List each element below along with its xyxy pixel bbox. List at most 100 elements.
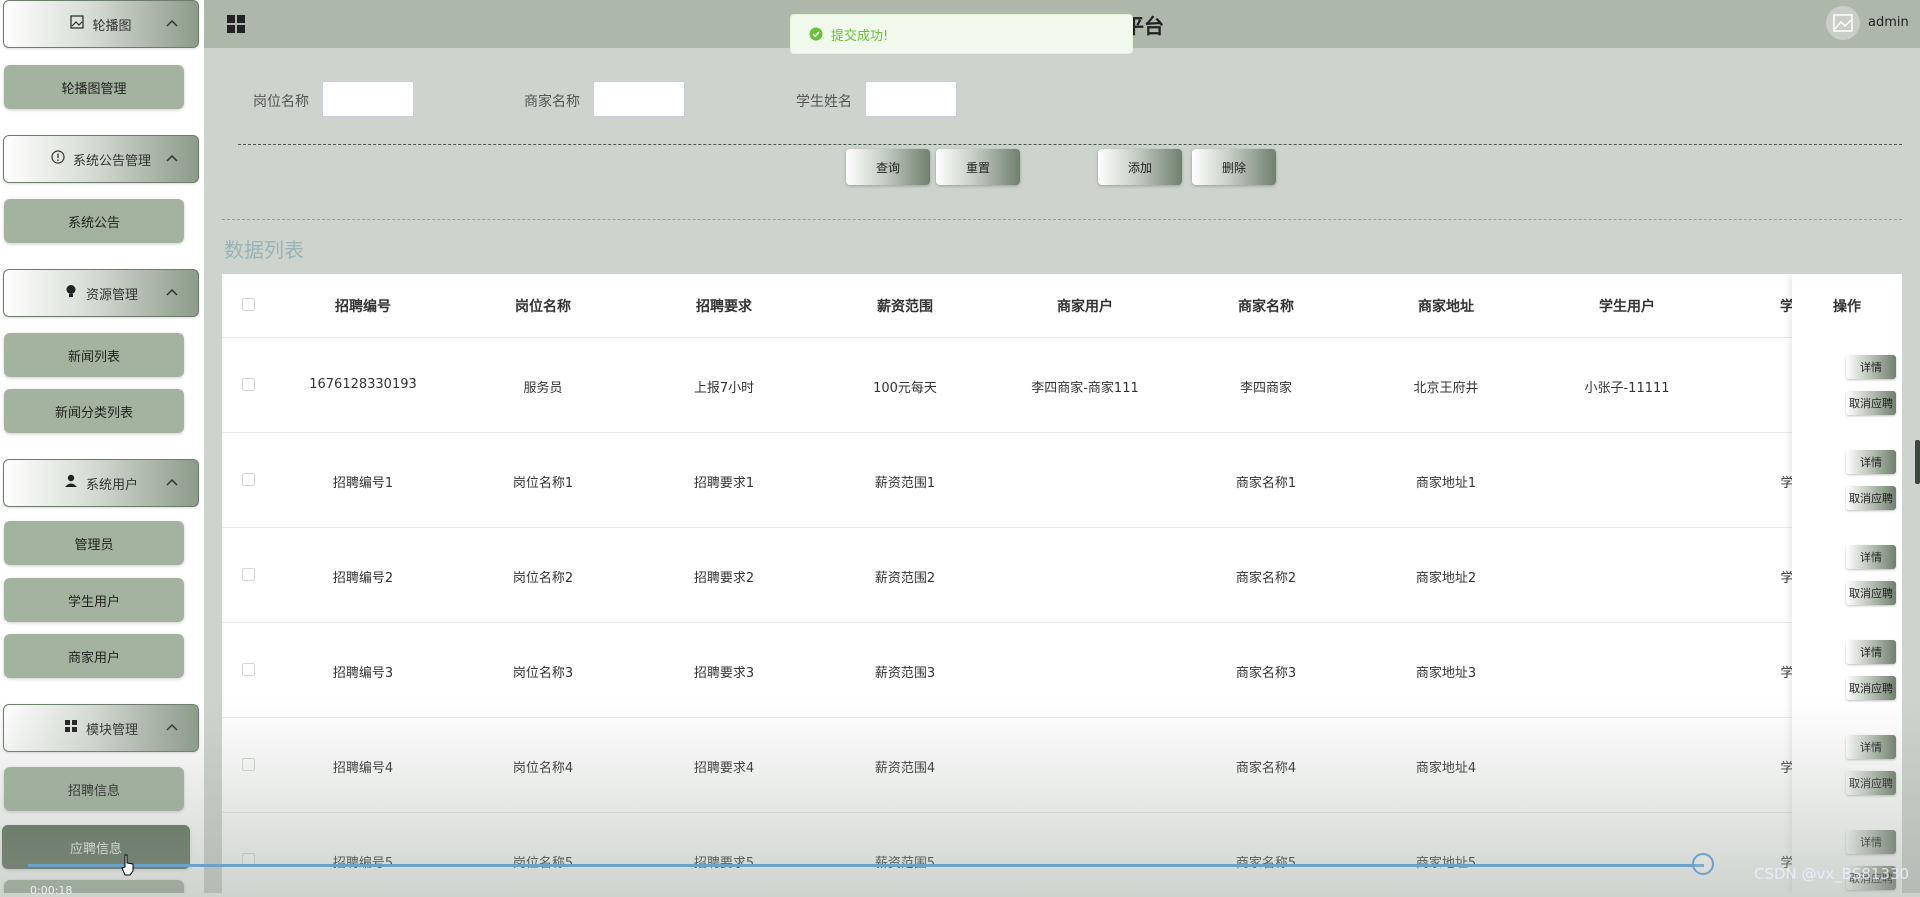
menu-item-news-category[interactable]: 新闻分类列表 <box>4 389 184 433</box>
column-header: 学生用户 <box>1599 299 1655 315</box>
scrollbar[interactable] <box>1915 440 1920 484</box>
sidebar: 轮播图 轮播图管理 系统公告管理 系统公告 资源管理 新闻列表 新闻分类列表 系… <box>0 0 204 893</box>
menu-item-admin[interactable]: 管理员 <box>4 521 184 565</box>
avatar[interactable] <box>1826 6 1860 40</box>
detail-button[interactable]: 详情 <box>1846 640 1896 664</box>
query-button[interactable]: 查询 <box>846 149 930 185</box>
table-row: 招聘编号5岗位名称5招聘要求5薪资范围5商家名称5商家地址5学 <box>222 812 1902 893</box>
reset-button[interactable]: 重置 <box>936 149 1020 185</box>
video-progress-bar[interactable] <box>28 864 1704 867</box>
divider <box>222 219 1902 220</box>
column-header: 招聘要求 <box>696 299 752 315</box>
column-header: 操作 <box>1833 299 1861 315</box>
menu-group-label: 轮播图 <box>92 18 132 34</box>
detail-button[interactable]: 详情 <box>1846 830 1896 854</box>
table-cell: 商家地址1 <box>1415 476 1477 491</box>
info-circle-icon <box>51 150 65 168</box>
cancel-application-button[interactable]: 取消应聘 <box>1846 486 1896 510</box>
chevron-up-icon <box>166 19 178 27</box>
cancel-application-button[interactable]: 取消应聘 <box>1846 676 1896 700</box>
table-cell: 李四商家-商家111 <box>1031 381 1139 396</box>
field-label-student: 学生姓名 <box>796 94 852 110</box>
menu-item-application-info[interactable]: 应聘信息 <box>2 825 190 869</box>
table-cell: 商家名称2 <box>1235 571 1297 586</box>
table-cell: 商家名称1 <box>1235 476 1297 491</box>
menu-item-news-list[interactable]: 新闻列表 <box>4 333 184 377</box>
menu-group-label: 系统用户 <box>85 477 138 493</box>
table-cell: 商家地址3 <box>1415 666 1477 681</box>
table-cell: 1676128330193 <box>309 377 417 392</box>
menu-item-carousel-manage[interactable]: 轮播图管理 <box>4 65 184 109</box>
table-cell: 薪资范围2 <box>874 571 936 586</box>
menu-group-users[interactable]: 系统用户 <box>3 459 199 507</box>
table-cell: 北京王府井 <box>1413 381 1479 396</box>
table-cell: 岗位名称3 <box>512 666 574 681</box>
add-button[interactable]: 添加 <box>1098 149 1182 185</box>
column-header: 商家地址 <box>1418 299 1474 315</box>
menu-item-job-info[interactable]: 招聘信息 <box>4 767 184 811</box>
menu-group-resources[interactable]: 资源管理 <box>3 269 199 317</box>
row-checkbox[interactable] <box>242 473 255 486</box>
row-checkbox[interactable] <box>242 568 255 581</box>
chevron-up-icon <box>166 478 178 486</box>
table-row: 1676128330193 服务员 上报7小时 100元每天 李四商家-商家111 李四商… <box>222 337 1902 433</box>
table-cell: 招聘要求2 <box>693 571 755 586</box>
table-cell: 薪资范围5 <box>875 852 935 871</box>
table-cell: 岗位名称2 <box>512 571 574 586</box>
table-cell: 招聘要求4 <box>693 761 755 776</box>
table-cell: 招聘编号1 <box>332 476 394 491</box>
cancel-application-button[interactable]: 取消应聘 <box>1846 391 1896 415</box>
lightbulb-icon <box>64 284 78 302</box>
table-cell: 商家名称5 <box>1236 852 1296 871</box>
detail-button[interactable]: 详情 <box>1846 735 1896 759</box>
image-placeholder-icon <box>1833 14 1853 32</box>
delete-button[interactable]: 删除 <box>1192 149 1276 185</box>
table-row: 招聘编号3 岗位名称3 招聘要求3 薪资范围3 商家名称3 商家地址3 学 <box>222 622 1902 718</box>
table-cell: 招聘编号4 <box>332 761 394 776</box>
cancel-application-button[interactable]: 取消应聘 <box>1846 581 1896 605</box>
column-header: 岗位名称 <box>515 299 571 315</box>
table-cell: 服务员 <box>523 381 563 396</box>
column-header: 招聘编号 <box>335 299 391 315</box>
table-cell: 岗位名称5 <box>513 852 573 871</box>
cancel-application-button[interactable]: 取消应聘 <box>1846 771 1896 795</box>
table-cell: 小张子-11111 <box>1584 381 1670 396</box>
video-time: 0:00:18 <box>30 884 73 897</box>
chevron-up-icon <box>166 723 178 731</box>
menu-item-merchant-users[interactable]: 商家用户 <box>4 634 184 678</box>
table-cell: 上报7小时 <box>693 381 755 396</box>
table-cell: 李四商家 <box>1239 381 1293 396</box>
table-cell: 招聘要求5 <box>694 852 754 871</box>
video-progress-knob[interactable] <box>1692 853 1714 875</box>
check-circle-icon <box>809 27 823 41</box>
table-row: 招聘编号4 岗位名称4 招聘要求4 薪资范围4 商家名称4 商家地址4 学 <box>222 717 1902 813</box>
menu-item-student-users[interactable]: 学生用户 <box>4 578 184 622</box>
detail-button[interactable]: 详情 <box>1846 545 1896 569</box>
row-checkbox[interactable] <box>242 663 255 676</box>
row-checkbox[interactable] <box>242 378 255 391</box>
table-cell: 商家名称4 <box>1235 761 1297 776</box>
position-name-input[interactable] <box>322 81 414 117</box>
detail-button[interactable]: 详情 <box>1846 355 1896 379</box>
merchant-name-input[interactable] <box>593 81 685 117</box>
menu-group-announcement[interactable]: 系统公告管理 <box>3 135 199 183</box>
table-cell: 岗位名称4 <box>512 761 574 776</box>
menu-item-announcement[interactable]: 系统公告 <box>4 199 184 243</box>
username[interactable]: admin <box>1868 15 1909 30</box>
student-name-input[interactable] <box>865 81 957 117</box>
row-checkbox[interactable] <box>242 758 255 771</box>
menu-group-modules[interactable]: 模块管理 <box>3 704 199 752</box>
table-cell: 招聘编号2 <box>332 571 394 586</box>
menu-toggle-icon[interactable] <box>226 14 246 34</box>
table-cell: 薪资范围4 <box>874 761 936 776</box>
table-cell: 商家地址4 <box>1415 761 1477 776</box>
select-all-checkbox[interactable] <box>242 298 255 311</box>
table-row: 招聘编号2 岗位名称2 招聘要求2 薪资范围2 商家名称2 商家地址2 学 <box>222 527 1902 623</box>
divider <box>238 144 1902 145</box>
hand-cursor-icon <box>121 854 134 876</box>
table-cell: 商家地址2 <box>1415 571 1477 586</box>
data-table: 招聘编号 岗位名称 招聘要求 薪资范围 商家用户 商家名称 商家地址 学生用户 … <box>222 274 1902 893</box>
menu-group-carousel[interactable]: 轮播图 <box>3 0 199 48</box>
detail-button[interactable]: 详情 <box>1846 450 1896 474</box>
table-cell: 薪资范围1 <box>874 476 936 491</box>
